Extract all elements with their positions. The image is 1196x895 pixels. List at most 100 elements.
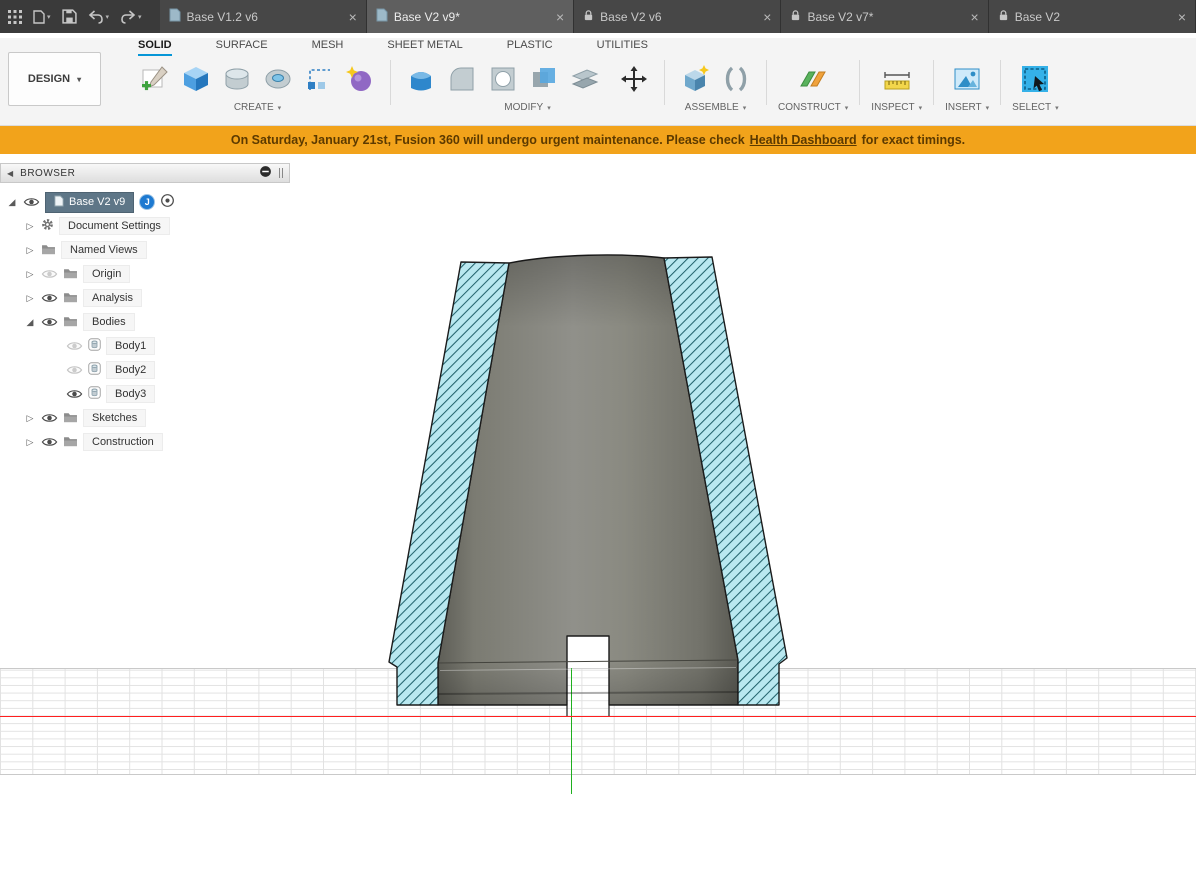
browser-panel: ◀ BROWSER ◢ Base V2 v9 J ▷ Document Sett… [0, 163, 290, 454]
titlebar: ▾ ▾ ▾ Base V1.2 v6 × Base V2 v9* × Base … [0, 0, 1196, 33]
activate-component-icon[interactable] [160, 193, 175, 211]
group-divider [1000, 60, 1001, 105]
tab-plastic[interactable]: PLASTIC [507, 38, 553, 56]
cylinder-icon[interactable] [218, 59, 256, 99]
create-dropdown[interactable]: CREATE ▾ [234, 102, 281, 113]
tab-close-icon[interactable]: × [971, 10, 979, 24]
create-sketch-icon[interactable] [136, 59, 174, 99]
root-component-label[interactable]: Base V2 v9 [45, 192, 134, 213]
browser-item-document-settings[interactable]: ▷ Document Settings [0, 214, 290, 238]
combine-icon[interactable] [525, 59, 563, 99]
caret-down-icon: ▾ [845, 104, 849, 112]
file-menu-icon[interactable]: ▾ [33, 10, 51, 24]
modify-dropdown[interactable]: MODIFY ▾ [504, 102, 550, 113]
assemble-dropdown[interactable]: ASSEMBLE ▾ [685, 102, 746, 113]
select-dropdown[interactable]: SELECT ▾ [1012, 102, 1058, 113]
workspace-label: DESIGN [28, 73, 70, 85]
toolbar-group-inspect: INSPECT ▾ [863, 57, 930, 113]
browser-item-bodies[interactable]: ◢ Bodies [0, 310, 290, 334]
toolbar-group-assemble: ASSEMBLE ▾ [668, 57, 763, 113]
tab-surface[interactable]: SURFACE [216, 38, 268, 56]
group-label-select: SELECT [1012, 102, 1051, 113]
expander-icon-expanded[interactable]: ◢ [24, 317, 36, 328]
browser-header[interactable]: ◀ BROWSER [0, 163, 290, 183]
split-body-icon[interactable] [566, 59, 604, 99]
move-icon[interactable] [615, 59, 653, 99]
browser-root-component[interactable]: ◢ Base V2 v9 J [0, 190, 290, 214]
press-pull-icon[interactable] [402, 59, 440, 99]
visibility-eye-icon[interactable] [41, 316, 58, 328]
app-quick-actions: ▾ ▾ ▾ [0, 0, 156, 33]
visibility-eye-icon[interactable] [41, 412, 58, 424]
shell-icon[interactable] [484, 59, 522, 99]
expander-icon[interactable]: ▷ [24, 293, 36, 304]
browser-item-construction[interactable]: ▷ Construction [0, 430, 290, 454]
tab-sheet-metal[interactable]: SHEET METAL [387, 38, 462, 56]
browser-item-body2[interactable]: Body2 [0, 358, 290, 382]
expander-icon[interactable]: ◢ [6, 197, 18, 208]
toolbar-group-construct: CONSTRUCT ▾ [770, 57, 856, 113]
undo-icon[interactable]: ▾ [88, 10, 110, 24]
health-dashboard-link[interactable]: Health Dashboard [750, 133, 857, 147]
caret-down-icon: ▾ [986, 104, 990, 112]
visibility-eye-icon-hidden[interactable] [41, 268, 58, 280]
browser-item-sketches[interactable]: ▷ Sketches [0, 406, 290, 430]
expander-icon[interactable]: ▷ [24, 413, 36, 424]
expander-icon[interactable]: ▷ [24, 269, 36, 280]
group-label-assemble: ASSEMBLE [685, 102, 739, 113]
visibility-eye-icon[interactable] [66, 388, 83, 400]
visibility-eye-icon[interactable] [41, 436, 58, 448]
tab-close-icon[interactable]: × [763, 10, 771, 24]
app-grid-icon[interactable] [8, 10, 22, 24]
caret-down-icon: ▾ [47, 13, 51, 21]
expander-icon[interactable]: ▷ [24, 221, 36, 232]
collaborator-badge[interactable]: J [139, 194, 155, 210]
redo-icon[interactable]: ▾ [120, 10, 142, 24]
tab-mesh[interactable]: MESH [312, 38, 344, 56]
save-icon[interactable] [62, 9, 77, 24]
document-tab-active[interactable]: Base V2 v9* × [367, 0, 574, 33]
new-component-icon[interactable] [676, 59, 714, 99]
document-tab[interactable]: Base V2 v6 × [574, 0, 781, 33]
box-icon[interactable] [177, 59, 215, 99]
inspect-dropdown[interactable]: INSPECT ▾ [871, 102, 922, 113]
visibility-eye-icon-hidden[interactable] [66, 340, 83, 352]
torus-icon[interactable] [259, 59, 297, 99]
tab-close-icon[interactable]: × [349, 10, 357, 24]
tab-close-icon[interactable]: × [556, 10, 564, 24]
browser-item-analysis[interactable]: ▷ Analysis [0, 286, 290, 310]
visibility-eye-icon-hidden[interactable] [66, 364, 83, 376]
tab-utilities[interactable]: UTILITIES [597, 38, 648, 56]
fillet-icon[interactable] [443, 59, 481, 99]
joint-icon[interactable] [717, 59, 755, 99]
construction-plane-icon[interactable] [794, 59, 832, 99]
document-tab[interactable]: Base V2 v7* × [781, 0, 988, 33]
browser-item-body3[interactable]: Body3 [0, 382, 290, 406]
tab-solid[interactable]: SOLID [138, 38, 172, 56]
expander-icon[interactable]: ▷ [24, 245, 36, 256]
browser-item-origin[interactable]: ▷ Origin [0, 262, 290, 286]
browser-item-body1[interactable]: Body1 [0, 334, 290, 358]
visibility-eye-icon[interactable] [41, 292, 58, 304]
construct-dropdown[interactable]: CONSTRUCT ▾ [778, 102, 848, 113]
viewport[interactable]: ◀ BROWSER ◢ Base V2 v9 J ▷ Document Sett… [0, 154, 1196, 895]
ribbon-tabs: SOLID SURFACE MESH SHEET METAL PLASTIC U… [128, 38, 1196, 56]
insert-image-icon[interactable] [948, 59, 986, 99]
measure-icon[interactable] [878, 59, 916, 99]
tab-close-icon[interactable]: × [1178, 10, 1186, 24]
expander-icon[interactable]: ▷ [24, 437, 36, 448]
panel-collapse-icon[interactable]: ◀ [7, 169, 13, 178]
document-tab[interactable]: Base V2 × [989, 0, 1196, 33]
document-tab[interactable]: Base V1.2 v6 × [160, 0, 367, 33]
workspace-selector[interactable]: DESIGN ▾ [8, 52, 101, 106]
panel-resize-handle[interactable] [279, 168, 283, 178]
browser-item-named-views[interactable]: ▷ Named Views [0, 238, 290, 262]
body-icon [88, 362, 101, 378]
create-form-icon[interactable] [341, 59, 379, 99]
insert-dropdown[interactable]: INSERT ▾ [945, 102, 989, 113]
collapse-all-icon[interactable] [259, 165, 272, 181]
pattern-icon[interactable] [300, 59, 338, 99]
select-icon[interactable] [1016, 59, 1054, 99]
browser-title: BROWSER [20, 168, 75, 179]
visibility-eye-icon[interactable] [23, 196, 40, 208]
